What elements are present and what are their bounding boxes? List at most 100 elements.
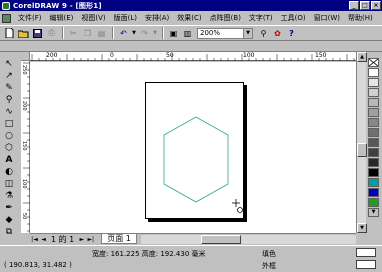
color-swatch[interactable]: [368, 188, 379, 197]
print-icon[interactable]: ⎙: [45, 27, 58, 39]
interactive-fill-tool-icon[interactable]: ◐: [2, 166, 16, 178]
first-page-button[interactable]: |◄: [30, 235, 39, 244]
transparency-tool-icon[interactable]: ◫: [2, 178, 16, 190]
undo-icon[interactable]: ↶: [117, 27, 130, 39]
menu-bitmaps[interactable]: 点阵图(B): [206, 13, 245, 23]
ruler-label: 50: [21, 213, 27, 220]
export-icon[interactable]: ▥: [181, 27, 194, 39]
menu-arrange[interactable]: 安排(A): [141, 13, 173, 23]
hexagon-shape[interactable]: [163, 116, 229, 203]
color-swatch[interactable]: [368, 128, 379, 137]
zoom-icon[interactable]: ⚲: [257, 27, 270, 39]
fill-tool-icon[interactable]: ◆: [2, 214, 16, 226]
color-swatch[interactable]: [368, 88, 379, 97]
menu-window[interactable]: 窗口(W): [310, 13, 344, 23]
palette-scroll-down-icon[interactable]: ▼: [368, 208, 379, 217]
polygon-tool-icon[interactable]: ⬡: [2, 142, 16, 154]
ellipse-tool-icon[interactable]: ○: [2, 130, 16, 142]
horizontal-ruler[interactable]: 200 0 50 100 150: [30, 52, 356, 61]
page-tab[interactable]: 页面 1: [101, 234, 137, 244]
paste-icon[interactable]: ▤: [95, 27, 108, 39]
copy-icon[interactable]: ❐: [81, 27, 94, 39]
horizontal-scrollbar[interactable]: [140, 234, 356, 244]
menu-effects[interactable]: 效果(C): [173, 13, 205, 23]
minimize-button[interactable]: _: [349, 1, 359, 10]
crosshair-cursor-icon: [232, 199, 243, 213]
undo-dropdown-icon[interactable]: ▼: [131, 27, 137, 39]
outline-color-indicator[interactable]: [356, 260, 376, 269]
color-swatch[interactable]: [368, 98, 379, 107]
eyedropper-tool-icon[interactable]: ⚗: [2, 190, 16, 202]
redo-icon[interactable]: ↷: [138, 27, 151, 39]
title-bar: CorelDRAW 9 - [图形1] _ □ ×: [0, 0, 382, 11]
redo-dropdown-icon[interactable]: ▼: [152, 27, 158, 39]
drawing-canvas[interactable]: [30, 62, 356, 233]
vertical-scrollbar[interactable]: ▲ ▼: [356, 52, 367, 233]
color-swatch[interactable]: [368, 198, 379, 207]
scroll-down-icon[interactable]: ▼: [357, 223, 367, 233]
menu-edit[interactable]: 编辑(E): [46, 13, 78, 23]
text-tool-icon[interactable]: A: [2, 154, 16, 166]
vertical-ruler[interactable]: 250 200 150 100 50: [21, 61, 30, 233]
document-icon[interactable]: [2, 13, 11, 23]
menu-layout[interactable]: 版面(L): [110, 13, 141, 23]
color-swatch[interactable]: [368, 148, 379, 157]
color-palette: ▼: [368, 58, 380, 234]
zoom-tool-icon[interactable]: ⚲: [2, 94, 16, 106]
ruler-label: 50: [166, 52, 174, 59]
scroll-up-icon[interactable]: ▲: [357, 52, 367, 62]
knife-tool-icon[interactable]: ✎: [2, 82, 16, 94]
last-page-button[interactable]: ►|: [86, 235, 95, 244]
page-count-status: 1 的 1: [51, 234, 75, 244]
menu-tools[interactable]: 工具(O): [277, 13, 310, 23]
save-disk-icon[interactable]: [31, 27, 44, 39]
color-swatch[interactable]: [368, 138, 379, 147]
zoom-level-select[interactable]: 200% ▼: [197, 27, 253, 39]
application-launcher-icon[interactable]: ✿: [271, 27, 284, 39]
zoom-level-value: 200%: [200, 28, 221, 37]
ruler-origin[interactable]: [21, 52, 30, 61]
color-swatch[interactable]: [368, 118, 379, 127]
horizontal-scrollbar-thumb[interactable]: [200, 234, 241, 244]
new-file-icon[interactable]: [3, 27, 16, 39]
ruler-label: 100: [21, 179, 27, 189]
rectangle-tool-icon[interactable]: □: [2, 118, 16, 130]
interactive-blend-tool-icon[interactable]: ⧉: [2, 226, 16, 238]
standard-toolbar: ⎙ ✂ ❐ ▤ ↶ ▼ ↷ ▼ ▣ ▥ 200% ▼ ⚲ ✿ ?: [0, 25, 382, 41]
ruler-label: 200: [21, 101, 27, 111]
no-fill-swatch[interactable]: [368, 58, 379, 67]
cut-icon[interactable]: ✂: [67, 27, 80, 39]
property-bar: [0, 41, 382, 52]
window-title: CorelDRAW 9 - [图形1]: [13, 1, 102, 10]
color-swatch[interactable]: [368, 108, 379, 117]
outline-label: 外框: [262, 262, 276, 270]
outline-tool-icon[interactable]: ✒: [2, 202, 16, 214]
scrollbar-thumb[interactable]: [357, 143, 367, 157]
shape-tool-icon[interactable]: ↗: [2, 70, 16, 82]
freehand-tool-icon[interactable]: ∿: [2, 106, 16, 118]
fill-color-indicator[interactable]: [356, 248, 376, 257]
color-swatch[interactable]: [368, 178, 379, 187]
open-folder-icon[interactable]: [17, 27, 30, 39]
menu-help[interactable]: 帮助(H): [344, 13, 377, 23]
maximize-button[interactable]: □: [360, 1, 370, 10]
coreldraw-app-icon[interactable]: [2, 1, 10, 10]
menu-file[interactable]: 文件(F): [14, 13, 46, 23]
pick-tool-icon[interactable]: ↖: [2, 58, 16, 70]
import-icon[interactable]: ▣: [167, 27, 180, 39]
close-button[interactable]: ×: [371, 1, 381, 10]
color-swatch[interactable]: [368, 78, 379, 87]
color-swatch[interactable]: [368, 168, 379, 177]
chevron-down-icon[interactable]: ▼: [243, 28, 252, 38]
menu-bar: 文件(F) 编辑(E) 视图(V) 版面(L) 安排(A) 效果(C) 点阵图(…: [0, 11, 382, 25]
ruler-label: 200: [46, 52, 58, 59]
context-help-icon[interactable]: ?: [285, 27, 298, 39]
menu-view[interactable]: 视图(V): [77, 13, 109, 23]
canvas-drawing-layer: [163, 116, 243, 213]
color-swatch[interactable]: [368, 158, 379, 167]
menu-text[interactable]: 文字(T): [245, 13, 277, 23]
toolbox: ↖ ↗ ✎ ⚲ ∿ □ ○ ⬡ A ◐ ◫ ⚗ ✒ ◆ ⧉: [0, 58, 18, 246]
previous-page-button[interactable]: ◄: [39, 235, 48, 244]
next-page-button[interactable]: ►: [77, 235, 86, 244]
color-swatch[interactable]: [368, 68, 379, 77]
